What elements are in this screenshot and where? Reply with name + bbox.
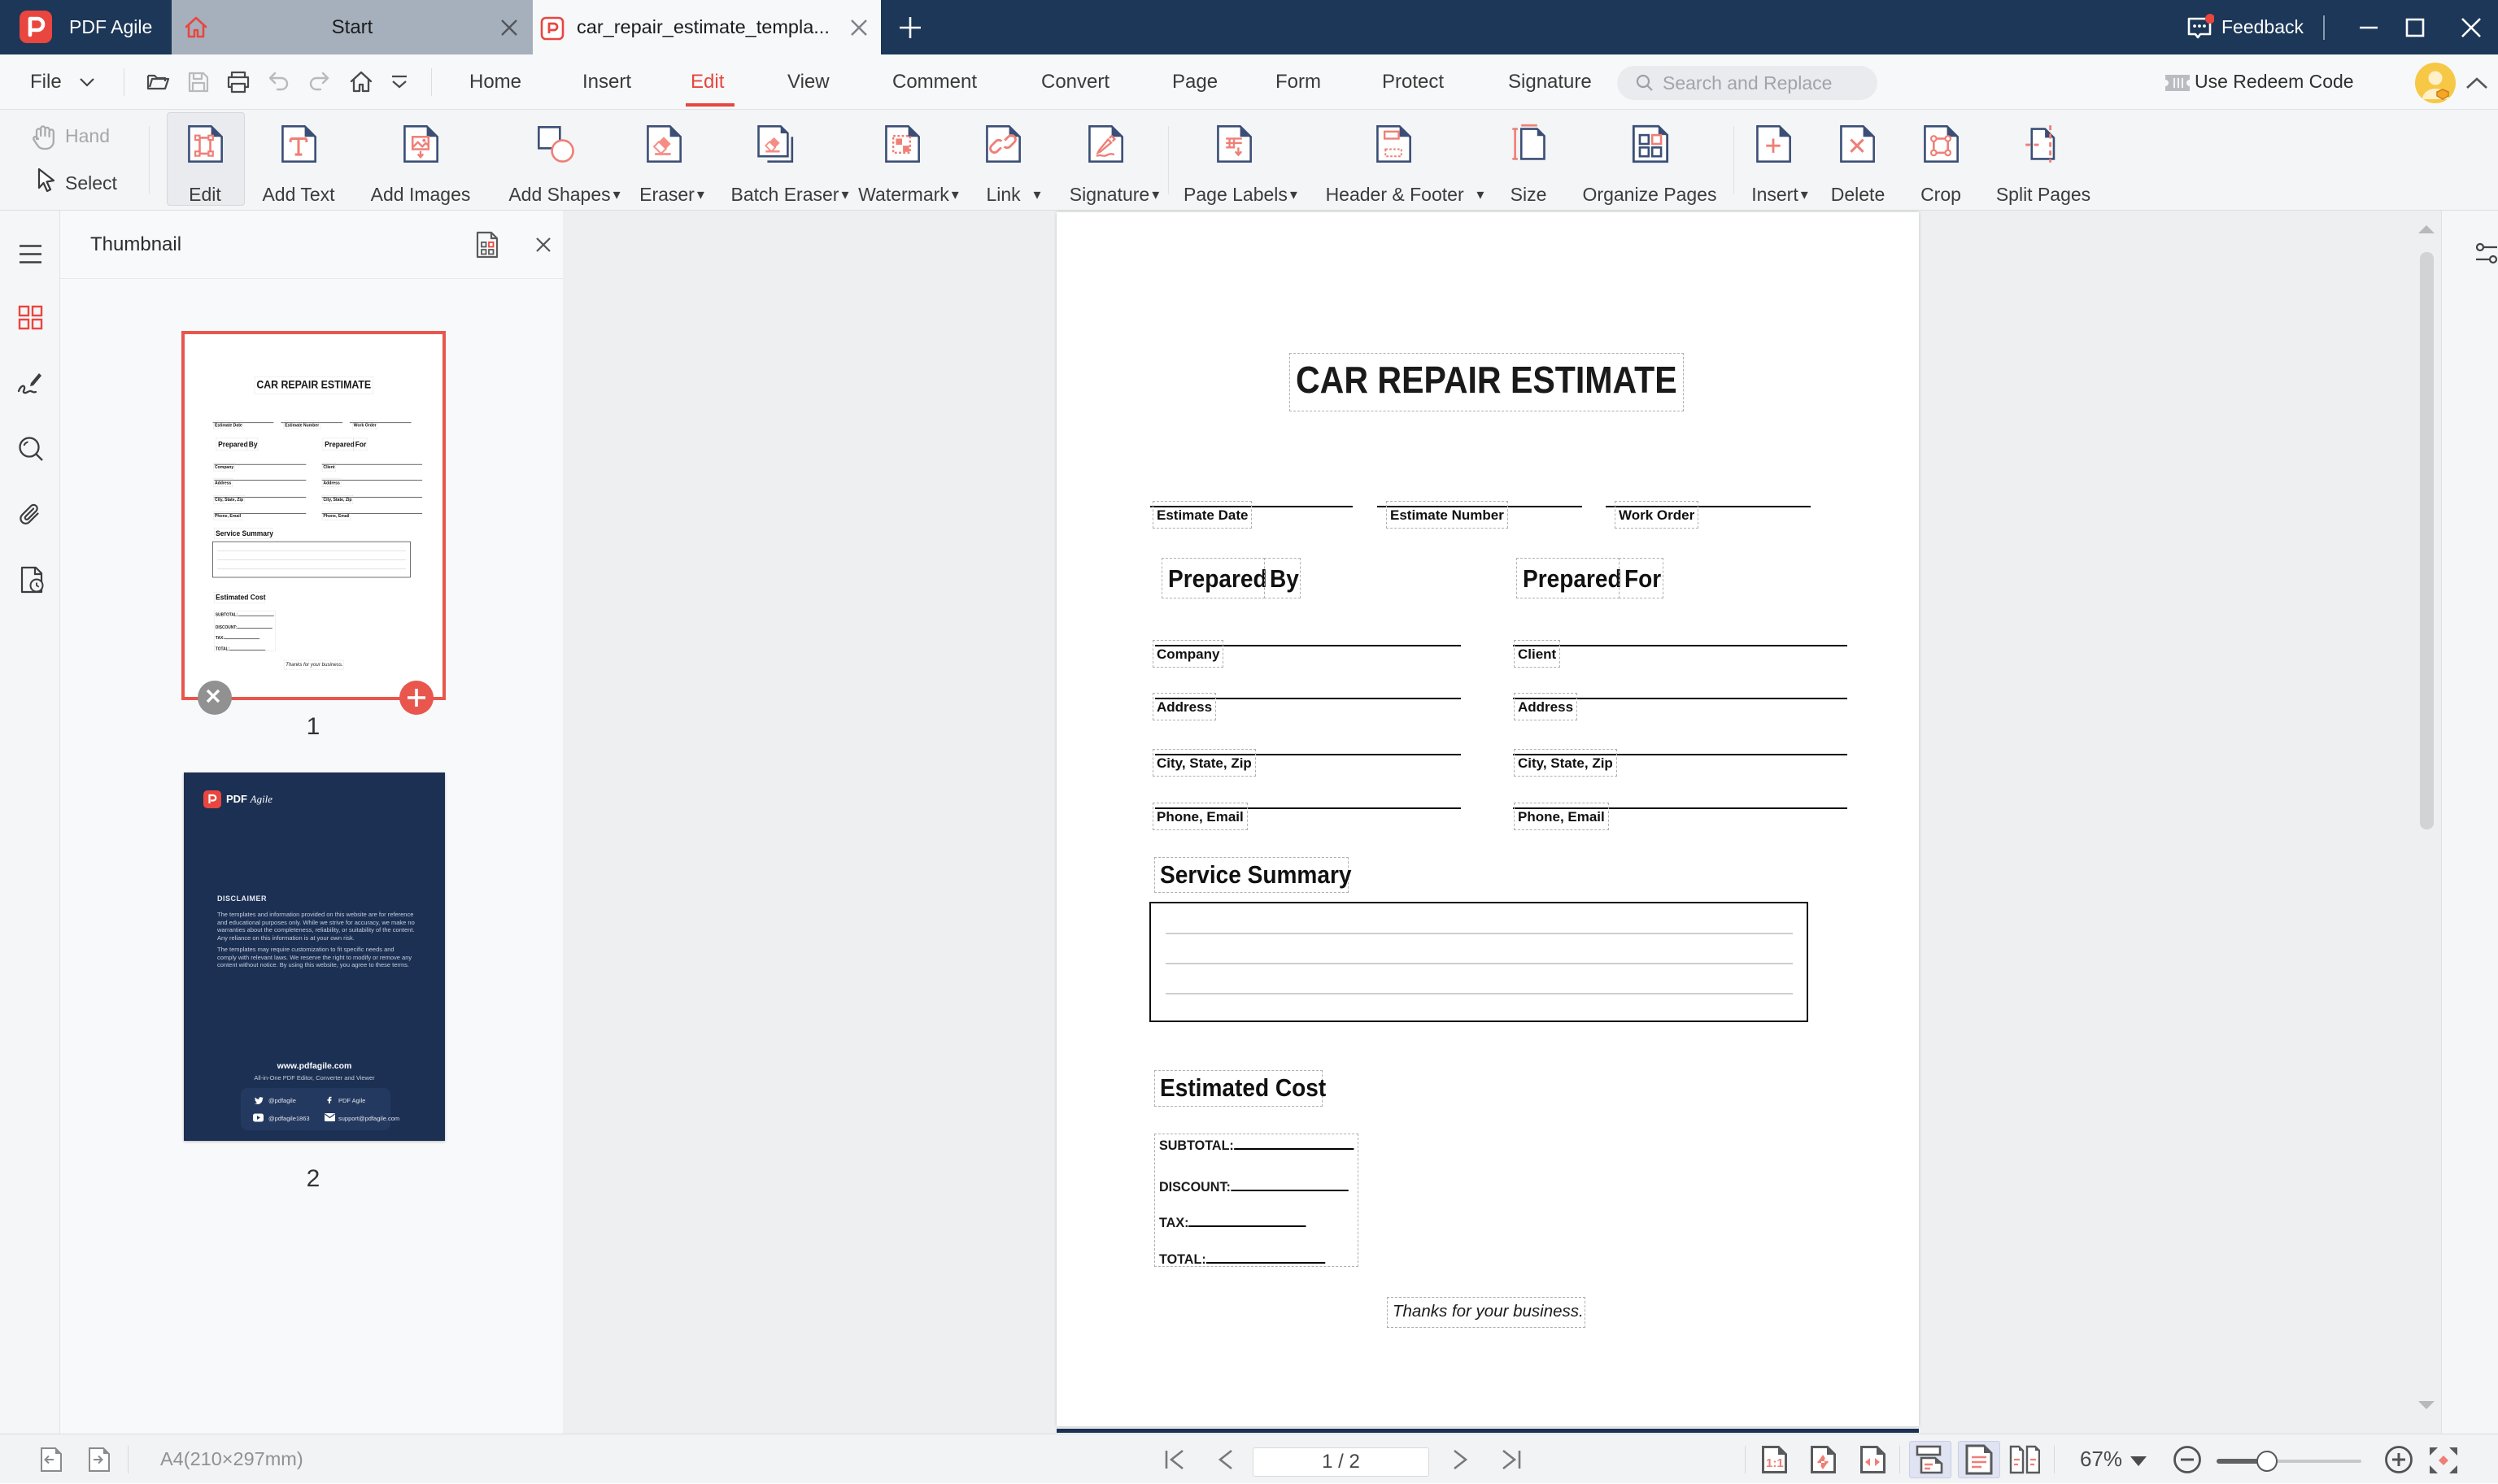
svg-text:1:1: 1:1 — [1766, 1456, 1784, 1470]
